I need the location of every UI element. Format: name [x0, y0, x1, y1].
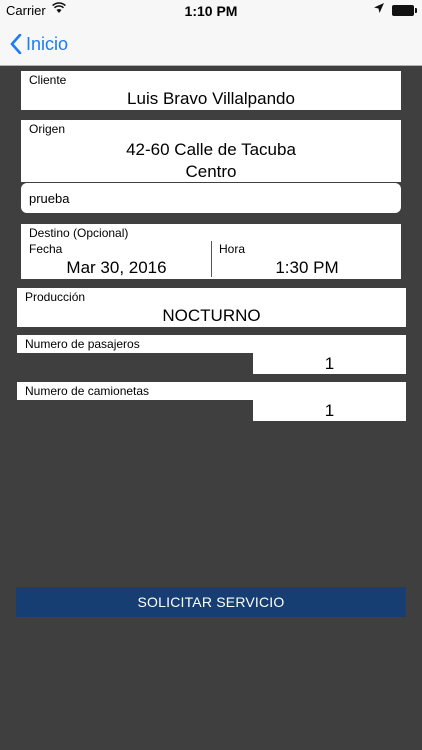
- camionetas-label: Numero de camionetas: [25, 384, 150, 398]
- battery-icon: [392, 5, 417, 16]
- camionetas-input[interactable]: 1: [253, 400, 406, 421]
- cliente-value: Luis Bravo Villalpando: [127, 89, 295, 108]
- origen-field[interactable]: Origen 42-60 Calle de Tacuba Centro: [21, 120, 401, 182]
- destino-label: Destino (Opcional): [29, 226, 129, 240]
- camionetas-value: 1: [324, 401, 335, 420]
- origen-label: Origen: [29, 122, 66, 136]
- pasajeros-value: 1: [324, 354, 335, 373]
- pasajeros-label-box: Numero de pasajeros: [17, 335, 406, 353]
- produccion-label: Producción: [25, 290, 86, 304]
- chevron-left-icon: [10, 34, 22, 54]
- back-button-label: Inicio: [26, 33, 69, 54]
- hora-label: Hora: [219, 242, 246, 256]
- cliente-field[interactable]: Cliente Luis Bravo Villalpando: [21, 71, 401, 110]
- status-time: 1:10 PM: [184, 3, 238, 19]
- destino-field[interactable]: Destino (Opcional) Fecha Mar 30, 2016 Ho…: [21, 224, 401, 279]
- back-button[interactable]: Inicio: [10, 30, 68, 58]
- camionetas-label-box: Numero de camionetas: [17, 382, 406, 400]
- origen-line2: Centro: [185, 162, 237, 181]
- status-bar: Carrier 1:10 PM: [0, 0, 422, 22]
- cliente-label: Cliente: [29, 73, 67, 87]
- navigation-bar: Inicio: [0, 22, 422, 66]
- hora-value[interactable]: 1:30 PM: [217, 258, 397, 278]
- fecha-label: Fecha: [29, 242, 63, 256]
- pasajeros-input[interactable]: 1: [253, 353, 406, 374]
- location-arrow-icon: [374, 2, 384, 16]
- fecha-value[interactable]: Mar 30, 2016: [29, 258, 204, 278]
- produccion-value: NOCTURNO: [162, 306, 261, 325]
- referencia-value: prueba: [29, 191, 70, 206]
- produccion-field[interactable]: Producción NOCTURNO: [17, 288, 406, 327]
- origen-line1: 42-60 Calle de Tacuba: [126, 140, 296, 159]
- pasajeros-label: Numero de pasajeros: [25, 337, 140, 351]
- referencia-input[interactable]: prueba: [21, 183, 401, 213]
- destino-divider: [211, 241, 212, 277]
- solicitar-servicio-button[interactable]: SOLICITAR SERVICIO: [16, 587, 406, 617]
